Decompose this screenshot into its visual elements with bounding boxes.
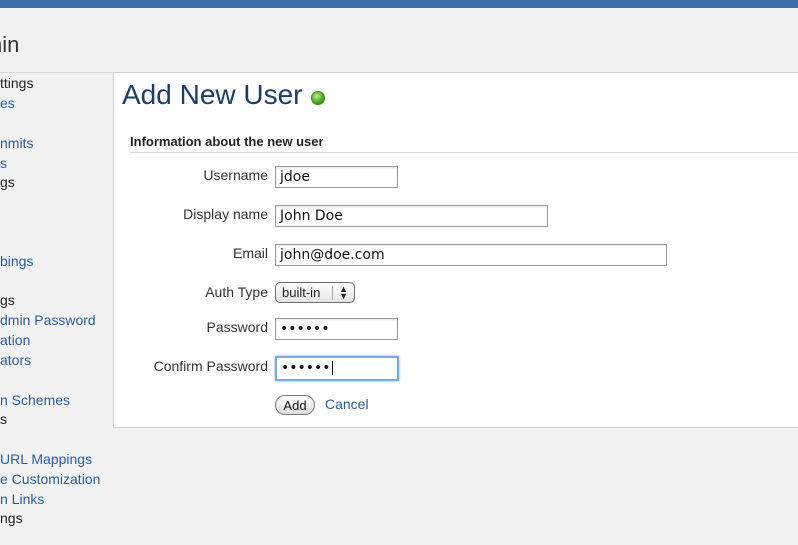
sidebar-item[interactable]: n Schemes — [0, 392, 70, 408]
confirm-password-label: Confirm Password — [153, 358, 268, 374]
auth-type-label: Auth Type — [205, 284, 268, 300]
sidebar-item[interactable]: ators — [0, 352, 31, 368]
page-title-text: Add New User — [122, 79, 303, 110]
section-header: Information about the new user — [130, 134, 798, 153]
sidebar-item[interactable]: dmin Password — [0, 312, 96, 328]
sidebar-item[interactable]: ttings — [0, 75, 33, 91]
confirm-password-value: •••••• — [281, 360, 331, 376]
sidebar-item[interactable]: ation — [0, 332, 30, 348]
sidebar-item[interactable]: s — [0, 155, 7, 171]
sidebar-item[interactable]: nmits — [0, 135, 33, 151]
add-button[interactable]: Add — [275, 395, 315, 415]
sidebar-item[interactable]: es — [0, 95, 15, 111]
sidebar-item[interactable]: URL Mappings — [0, 451, 92, 467]
sidebar-item[interactable]: s — [0, 411, 7, 427]
help-icon[interactable] — [310, 91, 325, 105]
email-label: Email — [232, 245, 268, 261]
username-field[interactable]: jdoe — [275, 166, 398, 188]
sidebar-item[interactable]: bings — [0, 253, 33, 269]
display-name-field[interactable]: John Doe — [275, 205, 548, 227]
select-arrows-icon: ▲ ▼ — [332, 284, 348, 300]
auth-type-select[interactable]: built-in ▲ ▼ — [275, 282, 355, 303]
email-field[interactable]: john@doe.com — [275, 244, 667, 266]
password-label: Password — [206, 319, 268, 335]
sidebar-item[interactable]: e Customization — [0, 471, 100, 487]
top-nav-bar — [0, 0, 798, 8]
sidebar-item[interactable]: gs — [0, 174, 15, 190]
page-title: Add New User — [122, 79, 325, 111]
sidebar-item[interactable]: n Links — [0, 491, 44, 507]
cancel-link[interactable]: Cancel — [325, 396, 369, 412]
password-field[interactable]: •••••• — [275, 318, 398, 340]
main-panel: Add New User Information about the new u… — [113, 72, 798, 428]
display-name-label: Display name — [183, 206, 268, 222]
auth-type-value: built-in — [282, 285, 321, 300]
admin-sidebar: ttings es nmits s gs bings gs dmin Password atio… — [0, 73, 113, 545]
sidebar-item[interactable]: ngs — [0, 510, 23, 526]
username-label: Username — [203, 167, 268, 183]
sidebar-item[interactable]: gs — [0, 292, 15, 308]
admin-heading: nin — [0, 32, 20, 57]
confirm-password-field[interactable]: •••••• — [275, 356, 399, 381]
text-caret — [331, 361, 333, 375]
